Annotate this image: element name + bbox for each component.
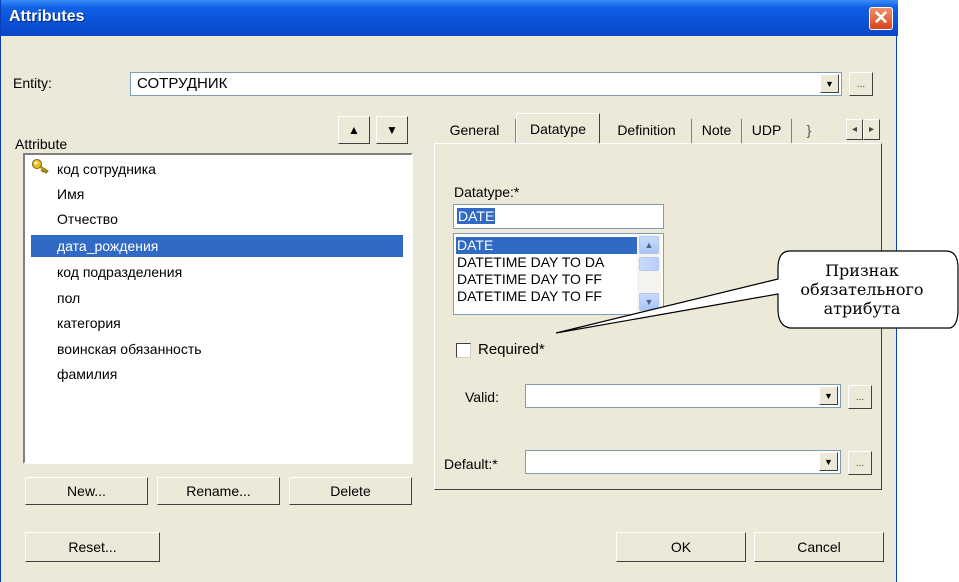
callout-line-3: атрибута [823, 299, 901, 318]
callout-text: Признак обязательного атрибута [778, 261, 946, 318]
callout-line-2: обязательного [800, 280, 924, 299]
callout-line-1: Признак [825, 261, 899, 280]
